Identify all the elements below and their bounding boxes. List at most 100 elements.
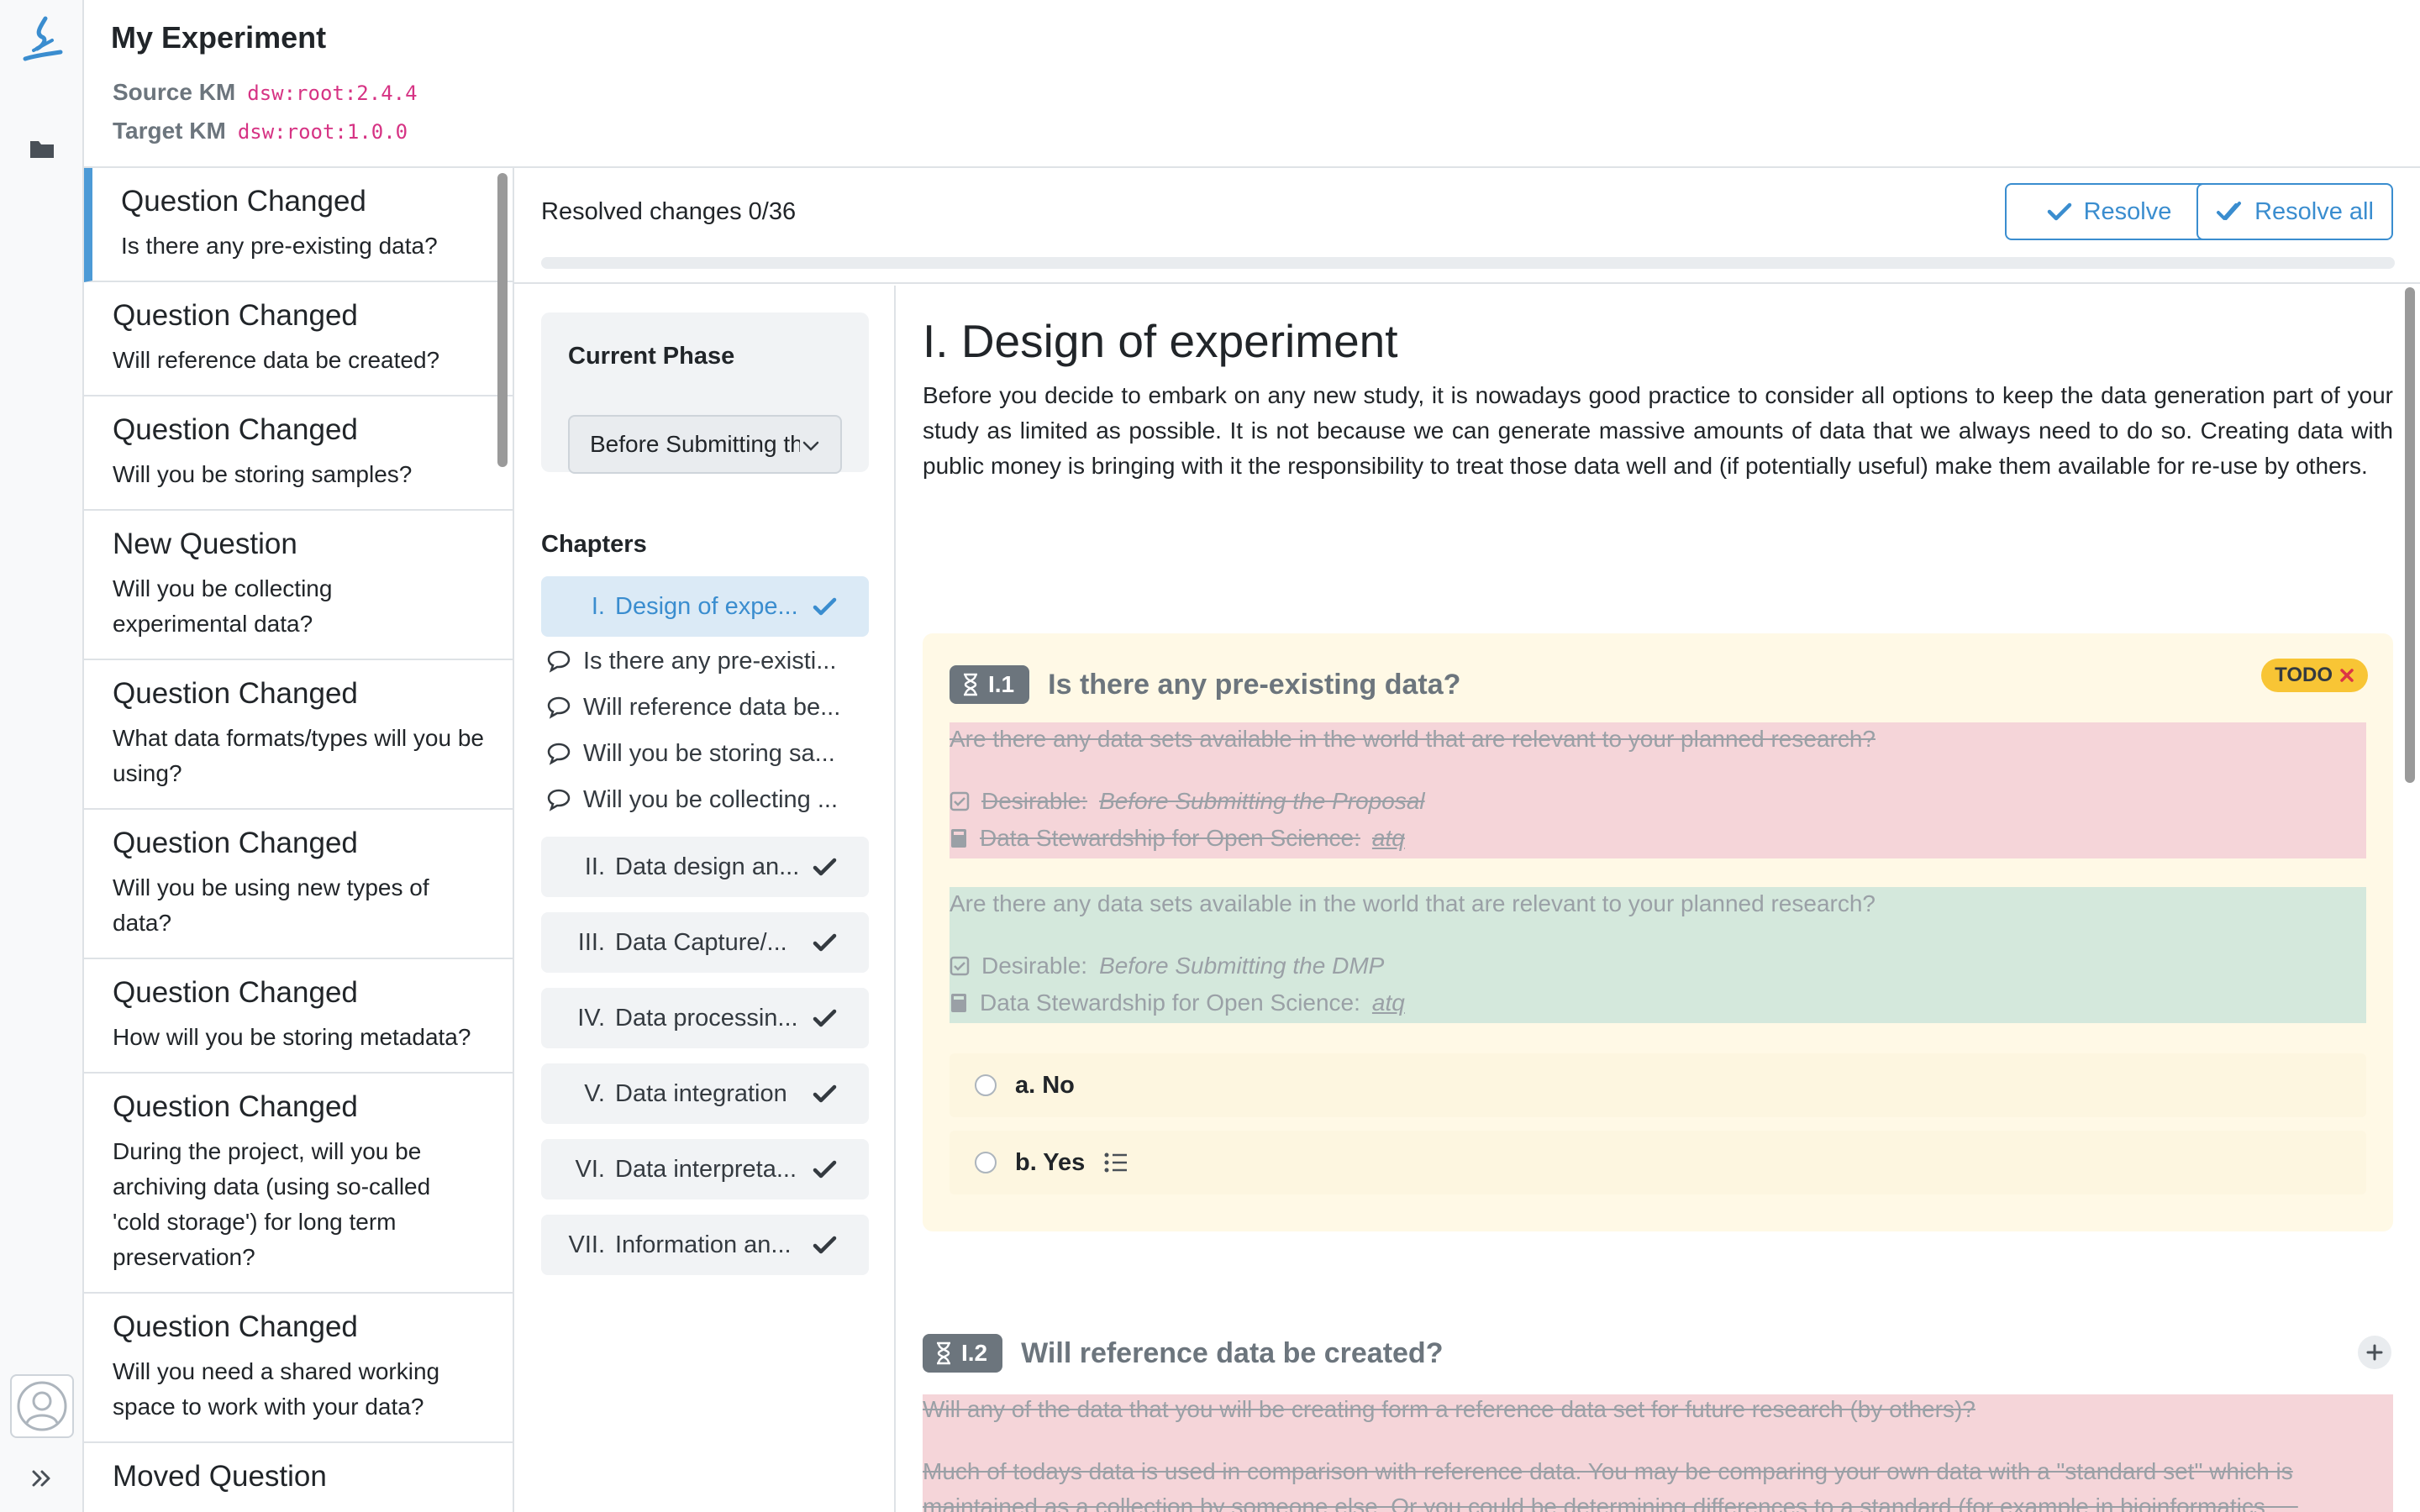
resolve-button[interactable]: Resolve: [2005, 183, 2213, 240]
change-item[interactable]: New Question Will you be collecting expe…: [84, 511, 513, 660]
chapter-item[interactable]: III. Data Capture/...: [541, 912, 869, 973]
list-icon: [1104, 1152, 1128, 1173]
chevron-down-icon: [802, 441, 819, 451]
change-question: Is there any pre-existing data?: [121, 233, 438, 259]
book-icon: [951, 829, 966, 848]
change-item[interactable]: Question Changed How will you be storing…: [84, 959, 513, 1074]
radio-button[interactable]: [975, 1074, 997, 1096]
resolve-all-button[interactable]: Resolve all: [2196, 183, 2393, 240]
change-type: New Question: [113, 528, 297, 560]
chapter-question-item[interactable]: Will reference data be...: [546, 686, 869, 728]
added-diff-block: Are there any data sets available in the…: [950, 887, 2366, 1023]
removed-reference-row: Data Stewardship for Open Science: atq: [950, 825, 1405, 852]
question-number: I.1: [988, 671, 1015, 697]
chapter-question-label: Will reference data be...: [583, 693, 841, 721]
chapter-question-label: Will you be collecting ...: [583, 785, 839, 813]
source-km-value: dsw:root:2.4.4: [247, 81, 418, 105]
change-item[interactable]: Question Changed Will you need a shared …: [84, 1294, 513, 1443]
chapters-nav: Current Phase Before Submitting the DMP …: [514, 286, 896, 1512]
double-check-icon: [2217, 202, 2242, 220]
chapter-number: II.: [584, 853, 605, 880]
target-km-row: Target KM dsw:root:1.0.0: [113, 118, 408, 144]
folder-icon[interactable]: [29, 136, 55, 161]
checkbox-icon: [950, 956, 970, 976]
removed-reference-value[interactable]: atq: [1372, 825, 1405, 852]
todo-badge[interactable]: TODO: [2261, 659, 2368, 692]
chapter-item[interactable]: V. Data integration: [541, 1063, 869, 1124]
chapter-item[interactable]: VII. Information an...: [541, 1215, 869, 1275]
change-item[interactable]: Question Changed Is there any pre-existi…: [84, 168, 513, 282]
target-km-label: Target KM: [113, 118, 226, 144]
phase-selector-box: Current Phase Before Submitting the DMP: [541, 312, 869, 474]
chapter-heading: I. Design of experiment: [923, 315, 1398, 367]
app-logo-icon[interactable]: [18, 15, 66, 66]
check-icon: [813, 1160, 837, 1179]
change-type: Question Changed: [113, 1090, 358, 1123]
removed-desirable-row: Desirable: Before Submitting the Proposal: [950, 788, 1425, 815]
question-header: I.1 Is there any pre-existing data?: [950, 665, 1460, 704]
chapter-number: VII.: [568, 1231, 605, 1258]
changes-scrollbar[interactable]: [497, 173, 508, 467]
change-item[interactable]: Question Changed Will you be using new t…: [84, 810, 513, 959]
removed-desirable-label: Desirable:: [981, 788, 1088, 814]
add-button[interactable]: [2358, 1336, 2391, 1369]
chapter-item[interactable]: II. Data design an...: [541, 837, 869, 897]
check-icon: [813, 1236, 837, 1254]
change-item[interactable]: Question Changed Will reference data be …: [84, 282, 513, 396]
chapter-title: Data interpreta...: [615, 1155, 797, 1183]
answer-option[interactable]: a. No: [950, 1053, 2366, 1117]
change-question: Will you be storing samples?: [113, 461, 413, 487]
removed-desirable-value: Before Submitting the Proposal: [1099, 788, 1425, 814]
change-type: Question Changed: [113, 299, 358, 332]
change-type: Question Changed: [113, 976, 358, 1009]
change-question: Will you be collecting experimental data…: [113, 575, 333, 637]
change-item[interactable]: Question Changed Will you be storing sam…: [84, 396, 513, 511]
chapter-number: V.: [584, 1079, 605, 1107]
resolve-toolbar: Resolved changes 0/36 Resolve Resolve al…: [514, 168, 2420, 284]
answer-option[interactable]: b. Yes: [950, 1131, 2366, 1194]
chapter-question-item[interactable]: Is there any pre-existi...: [546, 640, 869, 682]
checkbox-icon: [950, 791, 970, 811]
added-desirable-label: Desirable:: [981, 953, 1088, 979]
chapters-heading: Chapters: [541, 531, 647, 558]
change-item[interactable]: Moved Question: [84, 1443, 513, 1512]
changes-list: Question Changed Is there any pre-existi…: [84, 168, 514, 1512]
resolve-all-label: Resolve all: [2254, 197, 2374, 225]
change-question: What data formats/types will you be usin…: [113, 725, 484, 786]
chapter-item[interactable]: I. Design of expe...: [541, 576, 869, 637]
expand-sidebar-icon[interactable]: [29, 1465, 55, 1492]
added-reference-value[interactable]: atq: [1372, 990, 1405, 1016]
phase-label: Current Phase: [568, 343, 735, 370]
close-icon[interactable]: [2339, 668, 2354, 683]
change-item[interactable]: Question Changed What data formats/types…: [84, 660, 513, 810]
page-title: My Experiment: [111, 20, 327, 55]
question-header: I.2 Will reference data be created?: [923, 1334, 1443, 1373]
check-icon: [813, 597, 837, 616]
chapter-question-item[interactable]: Will you be collecting ...: [546, 779, 869, 821]
chapter-question-item[interactable]: Will you be storing sa...: [546, 732, 869, 774]
resolved-count: Resolved changes 0/36: [541, 198, 797, 225]
book-icon: [951, 994, 966, 1012]
chapter-number: I.: [591, 592, 605, 620]
chapter-item[interactable]: IV. Data processin...: [541, 988, 869, 1048]
chapter-item[interactable]: VI. Data interpreta...: [541, 1139, 869, 1200]
avatar[interactable]: [10, 1374, 74, 1438]
check-icon: [813, 858, 837, 876]
comment-icon: [547, 743, 571, 765]
chapter-title: Data design an...: [615, 853, 800, 880]
migration-header: My Experiment Source KM dsw:root:2.4.4 Ta…: [84, 0, 2420, 168]
chapter-number: III.: [577, 928, 605, 956]
removed-description-line: Much of todays data is used in compariso…: [923, 1458, 2293, 1484]
change-item[interactable]: Question Changed During the project, wil…: [84, 1074, 513, 1294]
radio-button[interactable]: [975, 1152, 997, 1173]
content-scrollbar[interactable]: [2405, 287, 2415, 783]
change-type: Question Changed: [113, 1310, 358, 1343]
app-sidebar: [0, 0, 84, 1512]
question-number-badge: I.1: [950, 665, 1030, 704]
phase-select[interactable]: Before Submitting the DMP: [568, 415, 842, 474]
chapter-title: Data integration: [615, 1079, 787, 1107]
change-type: Moved Question: [113, 1460, 327, 1493]
chapter-question-label: Is there any pre-existi...: [583, 647, 837, 675]
change-question: Will you be using new types of data?: [113, 874, 429, 936]
comment-icon: [547, 696, 571, 719]
